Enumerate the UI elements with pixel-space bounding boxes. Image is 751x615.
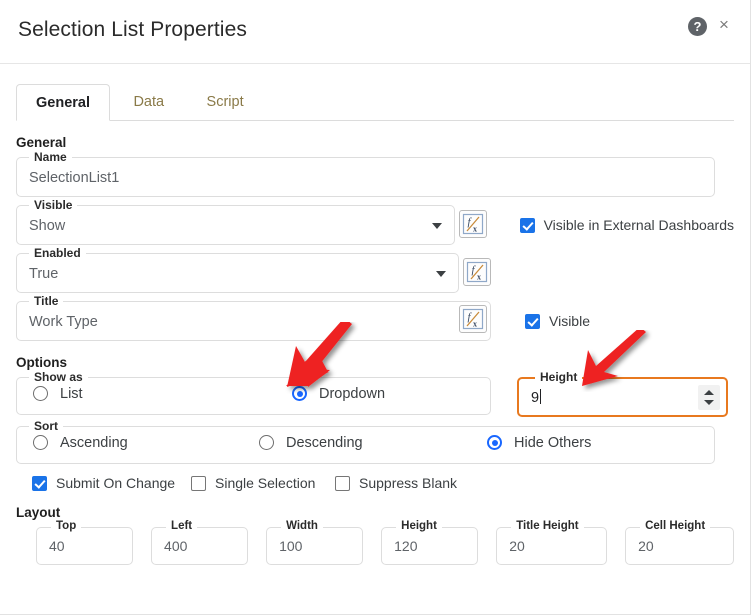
layout-field-height[interactable]: Height 120	[381, 520, 479, 565]
title-field[interactable]: Title Work Type f x	[16, 294, 491, 341]
radio-show-as-list[interactable]: List	[33, 386, 83, 402]
svg-text:x: x	[477, 273, 481, 282]
name-field-value: SelectionList1	[29, 170, 120, 186]
radio-label-descending: Descending	[286, 434, 363, 451]
height-stepper[interactable]	[698, 385, 720, 410]
name-field-label: Name	[29, 150, 72, 164]
fx-button-enabled[interactable]: f x	[463, 258, 491, 286]
tab-data[interactable]: Data	[114, 84, 183, 121]
visible-select-value: Show	[29, 218, 66, 234]
checkbox-label-single-selection: Single Selection	[215, 475, 316, 491]
radio-circle-dropdown[interactable]	[292, 386, 307, 402]
name-field[interactable]: Name SelectionList1	[16, 150, 715, 197]
tab-bar: General Data Script	[0, 84, 750, 121]
section-title-general: General	[16, 135, 67, 150]
height-input-label: Height	[535, 370, 583, 384]
enabled-select[interactable]: Enabled True	[16, 246, 459, 293]
layout-label-cell-height: Cell Height	[640, 520, 711, 532]
layout-value-cell-height: 20	[638, 538, 654, 554]
layout-label-width: Width	[281, 520, 323, 532]
radio-show-as-dropdown[interactable]: Dropdown	[292, 386, 385, 402]
text-cursor	[540, 389, 542, 404]
chevron-down-icon[interactable]	[431, 223, 442, 229]
checkbox-label-visible-external: Visible in External Dashboards	[543, 217, 734, 233]
title-field-label: Title	[29, 294, 64, 308]
checkbox-label-visible: Visible	[549, 313, 590, 329]
show-as-group-label: Show as	[29, 370, 88, 384]
layout-label-left: Left	[166, 520, 198, 532]
layout-field-width[interactable]: Width 100	[266, 520, 364, 565]
layout-field-title-height[interactable]: Title Height 20	[496, 520, 608, 565]
radio-label-list: List	[60, 385, 83, 402]
checkbox-single-selection[interactable]: Single Selection	[191, 475, 335, 491]
radio-label-ascending: Ascending	[60, 434, 128, 451]
checkbox-label-submit-on-change: Submit On Change	[56, 475, 176, 491]
layout-field-cell-height[interactable]: Cell Height 20	[625, 520, 735, 565]
layout-value-left: 400	[164, 538, 188, 554]
radio-sort-ascending[interactable]: Ascending	[33, 435, 128, 451]
radio-sort-descending[interactable]: Descending	[259, 435, 363, 451]
sort-group: Sort Ascending Descending Hide Others	[16, 419, 715, 464]
selection-list-properties-dialog: Selection List Properties ? × General Da…	[0, 0, 751, 615]
dialog-body: General Name SelectionList1 Visible Show…	[0, 135, 750, 565]
title-field-value: Work Type	[29, 314, 98, 330]
field-row-enabled: Enabled True f x	[16, 246, 734, 293]
checkbox-box-visible-external[interactable]	[519, 217, 535, 233]
page-title: Selection List Properties	[18, 18, 247, 41]
height-input-value: 9	[531, 389, 542, 406]
svg-text:x: x	[473, 320, 477, 329]
radio-circle-list[interactable]	[33, 386, 48, 402]
stepper-up-icon[interactable]	[704, 390, 714, 395]
layout-value-width: 100	[279, 538, 303, 554]
field-row-show-as: Show as List Dropdown Height 9	[16, 370, 734, 417]
section-title-layout: Layout	[16, 505, 61, 520]
sort-group-label: Sort	[29, 419, 63, 433]
checkbox-box-single-selection[interactable]	[191, 475, 206, 491]
dialog-header: Selection List Properties ? ×	[0, 0, 750, 64]
layout-value-height: 120	[394, 538, 418, 554]
layout-value-title-height: 20	[509, 538, 525, 554]
checkbox-box-submit-on-change[interactable]	[32, 475, 47, 491]
show-as-group: Show as List Dropdown	[16, 370, 491, 415]
radio-label-hide-others: Hide Others	[514, 434, 592, 451]
fx-button-visible[interactable]: f x	[458, 210, 487, 238]
radio-circle-descending[interactable]	[259, 435, 274, 451]
radio-circle-hide-others[interactable]	[487, 435, 502, 451]
radio-sort-hide-others[interactable]: Hide Others	[487, 435, 591, 451]
visible-select[interactable]: Visible Show	[16, 198, 455, 245]
svg-text:x: x	[473, 225, 477, 234]
tab-script[interactable]: Script	[188, 84, 263, 121]
checkbox-box-suppress-blank[interactable]	[335, 475, 350, 491]
height-input-field[interactable]: Height 9	[517, 370, 728, 417]
checkbox-label-suppress-blank: Suppress Blank	[359, 475, 458, 491]
layout-field-top[interactable]: Top 40	[36, 520, 134, 565]
field-row-title: Title Work Type f x Visible	[16, 294, 734, 341]
section-title-options: Options	[16, 355, 67, 370]
visible-select-label: Visible	[29, 198, 78, 212]
checkbox-submit-on-change[interactable]: Submit On Change	[32, 475, 191, 491]
tab-general[interactable]: General	[16, 84, 110, 121]
layout-fields-row: Top 40 Left 400 Width 100 Height 120 Tit…	[16, 520, 735, 565]
field-row-visible: Visible Show f x Visible in External Das…	[16, 198, 734, 245]
close-icon[interactable]: ×	[714, 15, 734, 35]
checkbox-visible[interactable]: Visible	[525, 313, 590, 329]
layout-label-title-height: Title Height	[511, 520, 584, 532]
checkbox-suppress-blank[interactable]: Suppress Blank	[335, 475, 457, 491]
layout-label-height: Height	[396, 520, 442, 532]
options-checkbox-row: Submit On Change Single Selection Suppre…	[32, 475, 734, 491]
stepper-down-icon[interactable]	[704, 400, 714, 405]
field-row-name: Name SelectionList1	[16, 150, 734, 197]
checkbox-visible-in-external-dashboards[interactable]: Visible in External Dashboards	[519, 217, 734, 233]
checkbox-box-visible[interactable]	[525, 313, 540, 329]
layout-label-top: Top	[51, 520, 82, 532]
radio-label-dropdown: Dropdown	[319, 385, 386, 402]
layout-field-left[interactable]: Left 400	[151, 520, 249, 565]
layout-value-top: 40	[49, 538, 65, 554]
enabled-select-label: Enabled	[29, 246, 86, 260]
chevron-down-icon[interactable]	[436, 271, 446, 277]
radio-circle-ascending[interactable]	[33, 435, 48, 451]
fx-button-title[interactable]: f x	[459, 305, 487, 333]
help-icon[interactable]: ?	[688, 17, 707, 36]
